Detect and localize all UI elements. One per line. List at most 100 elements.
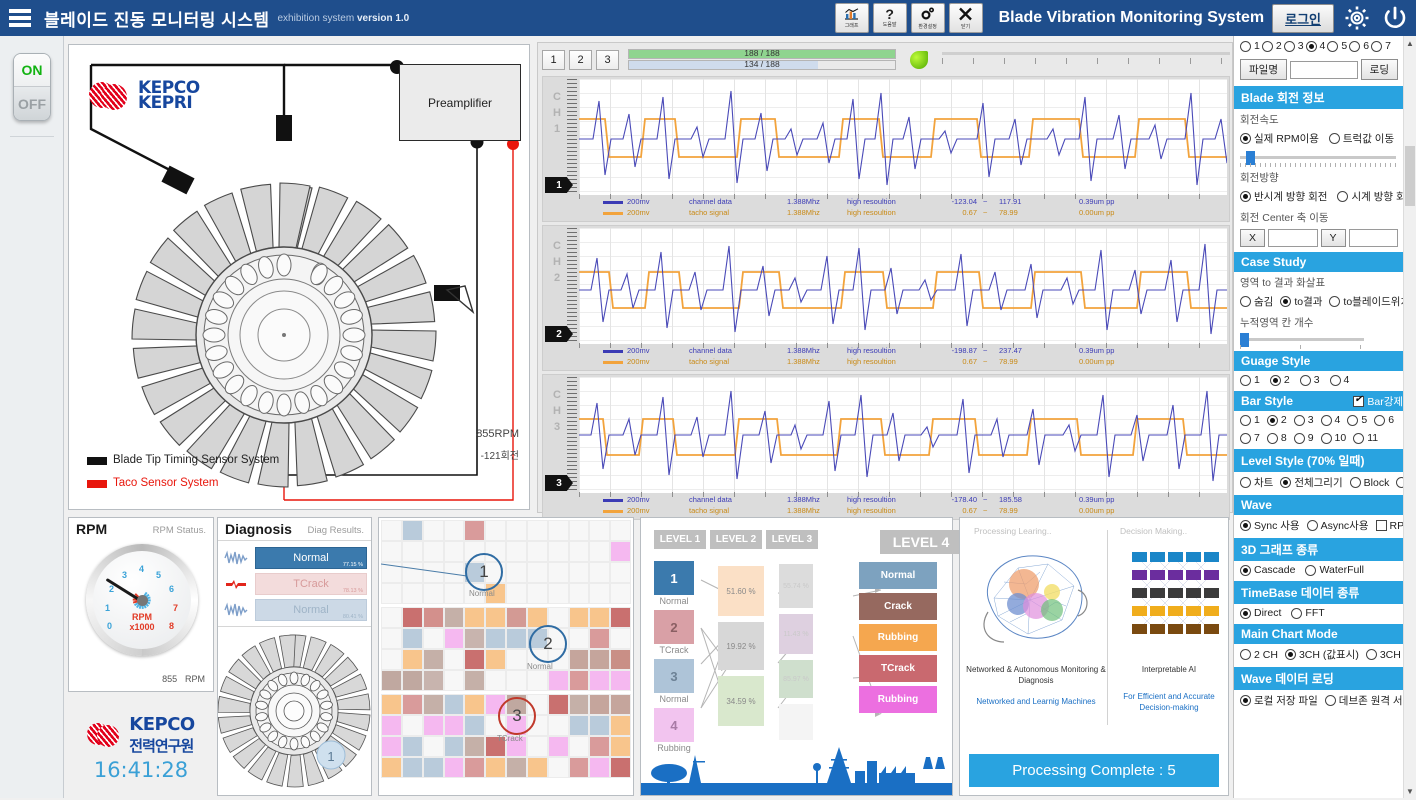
level1-node-1[interactable]: 1 <box>654 561 694 595</box>
hamburger-icon[interactable] <box>0 0 40 36</box>
heatmap-2[interactable]: 2 Normal <box>381 607 631 691</box>
scroll-thumb[interactable] <box>1405 146 1415 206</box>
radio-ccw[interactable]: 반시계 방향 회전 <box>1240 189 1327 204</box>
guage-radio-2[interactable]: 2 <box>1269 374 1290 386</box>
level4-node-tcrack[interactable]: TCrack <box>859 655 937 682</box>
close-button[interactable]: 닫기 <box>948 3 983 33</box>
load-button[interactable]: 로딩 <box>1360 59 1398 80</box>
guage-radio-1[interactable]: 1 <box>1240 374 1260 386</box>
bar-radio-3[interactable]: 3 <box>1293 414 1314 426</box>
radio-cascade[interactable]: Cascade <box>1240 564 1295 576</box>
bar-radio-1[interactable]: 1 <box>1240 414 1260 426</box>
radio-3ch-value[interactable]: 3CH (값표시) <box>1284 647 1359 662</box>
ch2-h: H <box>553 256 561 268</box>
level1-node-3[interactable]: 3 <box>654 659 694 693</box>
sidebar-scrollbar[interactable]: ▲ ▼ <box>1403 36 1416 798</box>
radio-2ch[interactable]: 2 CH <box>1240 649 1278 661</box>
level1-node-4[interactable]: 4 <box>654 708 694 742</box>
bar-radio-10[interactable]: 10 <box>1320 432 1347 444</box>
power-toggle[interactable]: ON OFF <box>13 53 51 121</box>
level4-node-crack[interactable]: Crack <box>859 593 937 620</box>
diagnosis-item-1[interactable]: Normal 77.15 % <box>218 545 371 571</box>
ch1-row1-res: high resoultion <box>847 197 896 206</box>
login-button[interactable]: 로그인 <box>1272 3 1334 33</box>
wave-radio-sync[interactable]: Sync 사용 <box>1240 518 1300 533</box>
channel-1-plot[interactable] <box>579 79 1227 195</box>
level4-node-rubbing-1[interactable]: Rubbing <box>859 624 937 651</box>
top-radio-6[interactable]: 6 <box>1349 40 1369 52</box>
guage-radio-3[interactable]: 3 <box>1299 374 1320 386</box>
rotation-speed-slider[interactable] <box>1240 151 1396 167</box>
level-radio-full[interactable]: 전체그리기 <box>1280 475 1343 490</box>
channel-2-plot[interactable] <box>579 228 1227 344</box>
gear-icon-large[interactable] <box>1342 3 1372 33</box>
filename-input[interactable] <box>1289 60 1358 79</box>
level3-node-1[interactable]: 55.74 % <box>779 564 813 608</box>
level4-node-normal[interactable]: Normal <box>859 562 937 589</box>
chart-button[interactable]: 그래프 <box>834 3 869 33</box>
level4-node-rubbing-2[interactable]: Rubbing <box>859 686 937 713</box>
scroll-up-icon[interactable]: ▲ <box>1404 36 1416 50</box>
radio-to-blade-pos[interactable]: to블레이드위치 <box>1329 294 1410 309</box>
level2-node-1[interactable]: 51.60 % <box>718 566 764 616</box>
bar-radio-6[interactable]: 6 <box>1374 414 1394 426</box>
radio-direct[interactable]: Direct <box>1240 607 1281 619</box>
radio-remote-server-label: 데브존 원격 서버 <box>1338 695 1413 707</box>
ch3-row2-res: high resoultion <box>847 506 896 515</box>
top-radio-4[interactable]: 4 <box>1305 40 1325 52</box>
accum-cells-slider[interactable] <box>1240 333 1364 349</box>
top-radio-3[interactable]: 3 <box>1283 40 1304 52</box>
level-radio-chart[interactable]: 차트 <box>1240 475 1273 490</box>
level3-node-3[interactable]: 85.97 % <box>779 660 813 698</box>
power-icon[interactable] <box>1380 3 1410 33</box>
bar-radio-5[interactable]: 5 <box>1347 414 1367 426</box>
clock: 16:41:28 <box>93 758 189 782</box>
y-input[interactable] <box>1348 229 1398 247</box>
top-radio-5[interactable]: 5 <box>1327 40 1347 52</box>
level3-node-2[interactable]: 11.43 % <box>779 614 813 654</box>
bar-radio-2[interactable]: 2 <box>1266 414 1287 426</box>
radio-remote-server[interactable]: 데브존 원격 서버 <box>1324 693 1413 708</box>
diagram-legend: Blade Tip Timing Sensor System Taco Sens… <box>81 449 285 495</box>
radio-local-file[interactable]: 로컬 저장 파일 <box>1240 693 1318 708</box>
bar-radio-8[interactable]: 8 <box>1266 432 1287 444</box>
diagnosis-percent-1: 77.15 % <box>342 562 363 568</box>
heatmap-3[interactable]: 3 TCrack <box>381 694 631 778</box>
level2-node-2[interactable]: 19.92 % <box>718 622 764 670</box>
top-radio-2[interactable]: 2 <box>1261 40 1282 52</box>
channel-3-plot[interactable] <box>579 377 1227 493</box>
bar-radio-7[interactable]: 7 <box>1240 432 1260 444</box>
level-radio-block[interactable]: Block <box>1349 477 1389 489</box>
wave-scroll-strip[interactable] <box>942 51 1230 69</box>
bar-radio-9[interactable]: 9 <box>1293 432 1314 444</box>
radio-use-real-rpm[interactable]: 실제 RPM이용 <box>1240 131 1319 146</box>
bar-radio-4[interactable]: 4 <box>1320 414 1340 426</box>
leaf-icon[interactable] <box>910 51 928 69</box>
help-button[interactable]: ? 도움말 <box>872 3 907 33</box>
level1-node-2[interactable]: 2 <box>654 610 694 644</box>
top-radio-1[interactable]: 1 <box>1240 40 1260 52</box>
bar-radio-10-label: 10 <box>1334 432 1347 444</box>
x-input[interactable] <box>1268 229 1318 247</box>
wave-page-2[interactable]: 2 <box>569 50 592 70</box>
wave-radio-async[interactable]: Async사용 <box>1306 518 1369 533</box>
wave-page-3[interactable]: 3 <box>596 50 619 70</box>
diagnosis-item-2[interactable]: TCrack 78.13 % <box>218 571 371 597</box>
guage-radio-4[interactable]: 4 <box>1329 374 1349 386</box>
heatmap-marker-2: 2 <box>529 625 567 663</box>
diagnosis-item-3[interactable]: Normal 80.41 % <box>218 597 371 623</box>
scroll-down-icon[interactable]: ▼ <box>1404 784 1416 798</box>
radio-truck-value[interactable]: 트럭값 이동 <box>1328 131 1394 146</box>
radio-fft[interactable]: FFT <box>1291 607 1325 619</box>
level3-node-4[interactable] <box>779 704 813 740</box>
radio-cascade-label: Cascade <box>1254 564 1296 576</box>
top-radio-7[interactable]: 7 <box>1371 40 1391 52</box>
radio-hide[interactable]: 숨김 <box>1240 294 1273 309</box>
radio-waterfull[interactable]: WaterFull <box>1305 564 1364 576</box>
heatmap-1[interactable]: 1 Normal <box>381 520 631 604</box>
bar-radio-11[interactable]: 11 <box>1353 432 1378 444</box>
wave-page-1[interactable]: 1 <box>542 50 565 70</box>
radio-to-result[interactable]: to결과 <box>1280 294 1322 309</box>
settings-button[interactable]: 환경설정 <box>910 3 945 33</box>
level2-node-3[interactable]: 34.59 % <box>718 676 764 726</box>
